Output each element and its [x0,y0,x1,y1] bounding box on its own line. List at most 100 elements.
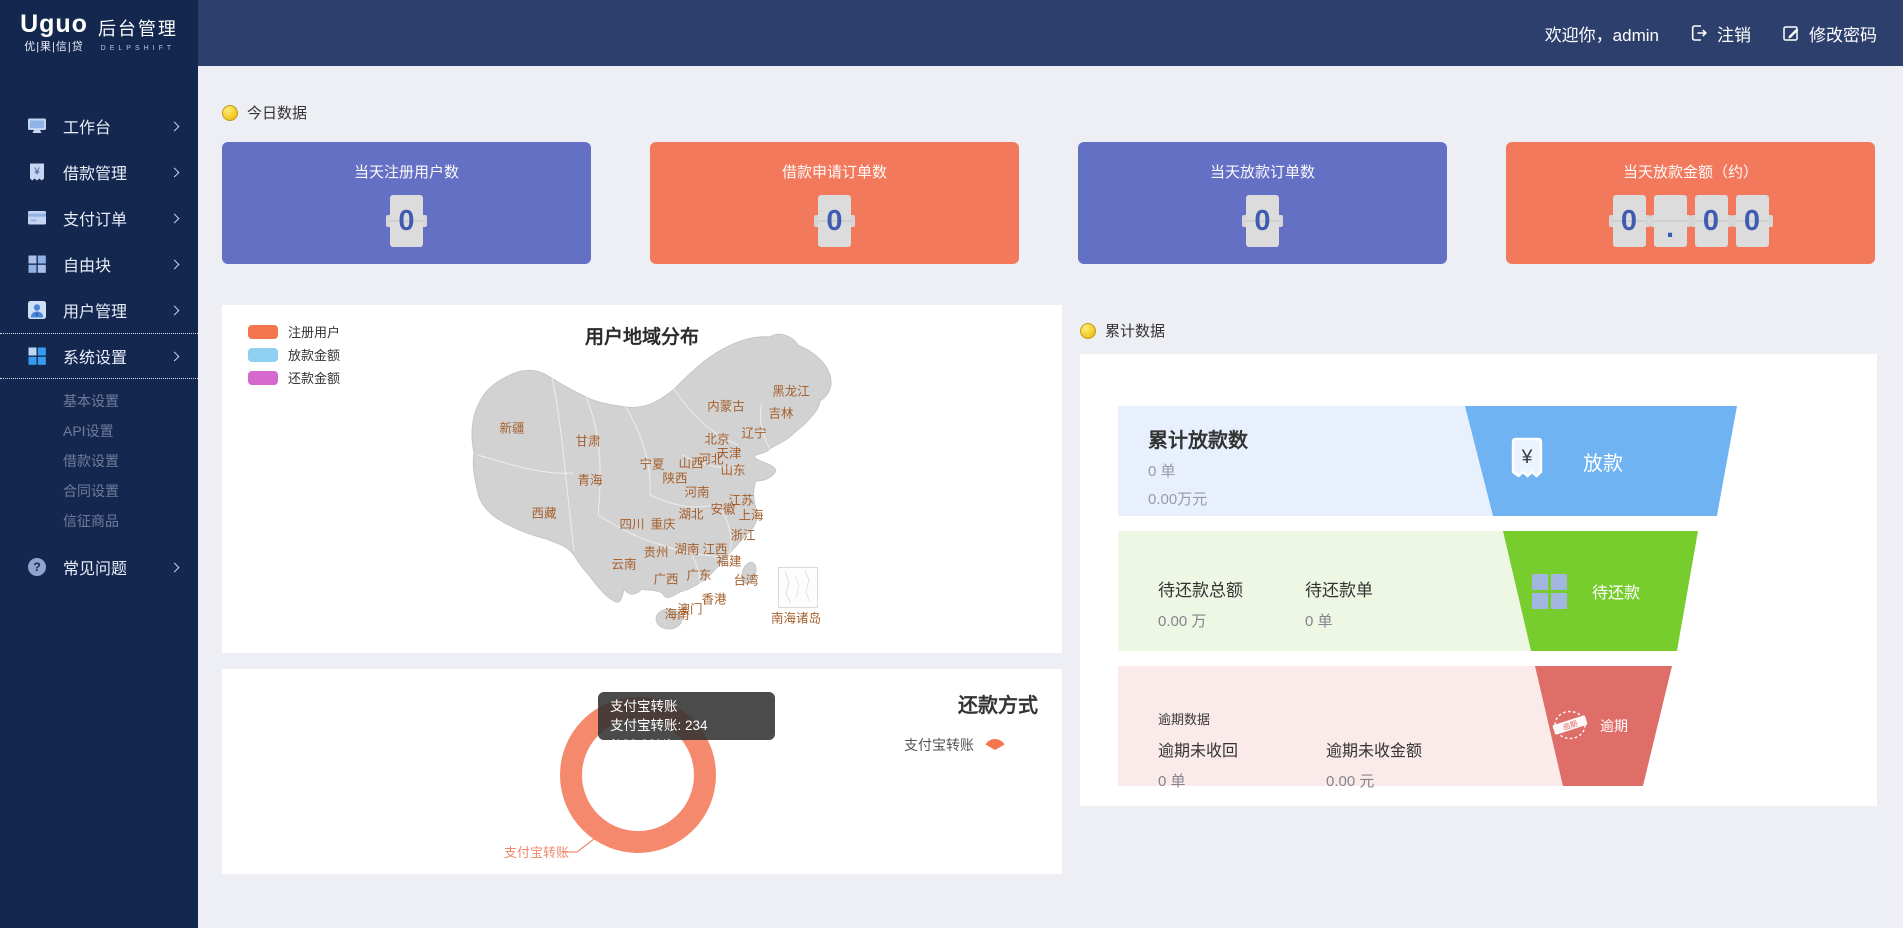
today-section-header: 今日数据 [222,102,1877,123]
loan-total-title: 累计放款数 [1148,424,1248,453]
sidebar-nav: 工作台 ¥借款管理支付订单自由块用户管理系统设置基本设置API设置借款设置合同设置… [0,66,198,928]
stat-card-title: 当天放款订单数 [1078,161,1447,182]
province-label-贵州[interactable]: 贵州 [643,542,668,561]
flip-counter: 0 [650,195,1019,247]
counter-digit: 0 [1246,195,1279,247]
province-label-四川[interactable]: 四川 [619,514,644,533]
province-label-香港[interactable]: 香港 [701,589,726,608]
app-logo: Uguo 优|果|信|贷 后台管理 DELPSHIFT [0,0,198,66]
pending-count-value: 0 单 [1305,610,1373,631]
sidebar-subitem-信征商品[interactable]: 信征商品 [0,506,198,536]
sidebar-item-label: 支付订单 [63,206,127,230]
sidebar-item-系统设置[interactable]: 系统设置 [0,333,198,379]
south-sea-inset-box [778,567,818,608]
welcome-text: 欢迎你，admin [1545,21,1659,46]
counter-digit: 0 [1613,195,1646,247]
sidebar-item-label: 工作台 [63,114,111,138]
province-label-云南[interactable]: 云南 [611,554,636,573]
region-map-panel: 用户地域分布 注册用户放款金额还款金额 [222,305,1062,653]
province-label-广东[interactable]: 广东 [686,565,711,584]
pie-chart-title: 还款方式 [958,689,1038,718]
logout-button[interactable]: 注销 [1689,21,1751,46]
chevron-right-icon [170,167,180,177]
province-label-河南[interactable]: 河南 [684,482,709,501]
province-label-新疆[interactable]: 新疆 [499,418,524,437]
province-label-重庆[interactable]: 重庆 [650,514,675,533]
province-label-海南[interactable]: 海南 [664,604,689,623]
province-label-安徽[interactable]: 安徽 [710,499,735,518]
province-label-台湾[interactable]: 台湾 [733,570,758,589]
chart-tooltip: 支付宝转账 支付宝转账: 234 (100.00%) [598,692,775,740]
sidebar-subitem-API设置[interactable]: API设置 [0,416,198,446]
pie-legend-label: 支付宝转账 [904,735,974,755]
main-content: 今日数据 当天注册用户数0借款申请订单数0当天放款订单数0当天放款金额（约）0.… [198,66,1903,928]
sidebar-item-工作台[interactable]: 工作台 [0,103,198,149]
svg-text:¥: ¥ [1521,447,1533,468]
province-label-西藏[interactable]: 西藏 [531,503,556,522]
chevron-right-icon [170,259,180,269]
pie-legend-item[interactable]: 支付宝转账 [904,735,1007,755]
coin-icon [222,105,238,121]
province-label-吉林[interactable]: 吉林 [768,403,793,422]
loan-total-count: 0 单 [1148,460,1248,481]
summary-section-header: 累计数据 [1080,320,1877,341]
edit-icon [1781,23,1801,43]
logo-brand-cn: 优|果|信|贷 [20,38,88,54]
svg-text:?: ? [33,560,40,574]
sidebar-item-label: 用户管理 [63,298,127,322]
province-label-黑龙江[interactable]: 黑龙江 [772,381,810,400]
province-label-青海[interactable]: 青海 [577,470,602,489]
funnel-overdue-label: 逾期 [1600,716,1628,736]
overdue-amount-value: 0.00 元 [1326,770,1422,791]
province-label-上海[interactable]: 上海 [738,505,763,524]
sidebar-subitem-基本设置[interactable]: 基本设置 [0,386,198,416]
chevron-right-icon [170,213,180,223]
sidebar-item-label: 借款管理 [63,160,127,184]
china-map[interactable] [222,305,1062,653]
province-label-内蒙古[interactable]: 内蒙古 [707,396,745,415]
sidebar-item-支付订单[interactable]: 支付订单 [0,195,198,241]
logout-label: 注销 [1717,21,1751,46]
logout-icon [1689,23,1709,43]
province-label-广西[interactable]: 广西 [653,569,678,588]
counter-digit: 0 [818,195,851,247]
workbench-icon [26,115,48,137]
province-label-湖北[interactable]: 湖北 [678,504,703,523]
province-label-湖南[interactable]: 湖南 [674,539,699,558]
sidebar-subitem-合同设置[interactable]: 合同设置 [0,476,198,506]
overdue-amount-label: 逾期未收金额 [1326,737,1422,761]
sidebar-item-label: 系统设置 [63,344,127,368]
province-label-浙江[interactable]: 浙江 [730,525,755,544]
chevron-right-icon [170,562,180,572]
pending-amount-value: 0.00 万 [1158,610,1243,631]
overdue-count-value: 0 单 [1158,770,1238,791]
logo-wordmark: Uguo [20,12,88,36]
sidebar-item-借款管理[interactable]: ¥借款管理 [0,149,198,195]
funnel-loan-banner: ¥ 放款 [1465,406,1737,516]
tooltip-title: 支付宝转账 [610,697,763,716]
stamp-icon: 逾期 [1549,705,1591,748]
settings-icon [26,345,48,367]
sidebar-item-常见问题[interactable]: ?常见问题 [0,544,198,590]
funnel-pending-label: 待还款 [1592,579,1640,603]
pending-amount-label: 待还款总额 [1158,576,1243,601]
stat-card-title: 借款申请订单数 [650,161,1019,182]
users-icon [26,299,48,321]
overdue-count-label: 逾期未收回 [1158,737,1238,761]
sidebar-subitem-借款设置[interactable]: 借款设置 [0,446,198,476]
stat-card-title: 当天放款金额（约） [1506,161,1875,182]
sidebar-item-自由块[interactable]: 自由块 [0,241,198,287]
logo-app-title: 后台管理 [98,15,178,41]
province-label-宁夏[interactable]: 宁夏 [639,454,664,473]
province-label-福建[interactable]: 福建 [716,551,741,570]
logo-app-subtitle: DELPSHIFT [98,45,178,52]
blocks-icon [26,253,48,275]
overdue-caption: 逾期数据 [1158,709,1210,728]
province-label-辽宁[interactable]: 辽宁 [741,423,766,442]
province-label-南海诸岛: 南海诸岛 [771,608,821,627]
province-label-甘肃[interactable]: 甘肃 [575,431,600,450]
change-password-button[interactable]: 修改密码 [1781,21,1877,46]
flip-counter: 0 [222,195,591,247]
sidebar-item-用户管理[interactable]: 用户管理 [0,287,198,333]
province-label-山东[interactable]: 山东 [720,460,745,479]
